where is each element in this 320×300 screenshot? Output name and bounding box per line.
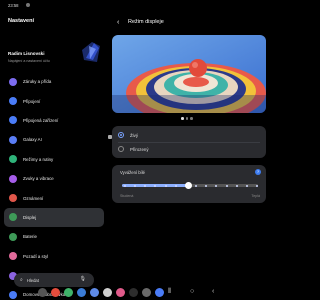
pager-dot[interactable]	[181, 117, 184, 120]
slider-min-label: Studená	[120, 194, 134, 198]
sidebar-item-label: Záruky a přída	[23, 79, 52, 85]
mode-natural-option[interactable]: Přirozený	[118, 143, 149, 155]
battery-icon	[9, 232, 17, 241]
sidebar-item-label: Režimy a rutiny	[23, 156, 54, 162]
account-card[interactable]: Radim Lisnovski Napájení a nastavení účt…	[8, 42, 104, 70]
mode-vivid-option[interactable]: Živý	[118, 129, 138, 141]
status-time: 23:58	[8, 3, 19, 8]
display-mode-panel: ‹ Režim displeje Živý Přirozený Vyvážení…	[108, 10, 270, 280]
sidebar-item[interactable]: Galaxy AI	[4, 130, 104, 149]
wifi-icon	[9, 97, 17, 106]
panel-title: Režim displeje	[128, 19, 164, 25]
back-nav-button[interactable]: ‹	[212, 288, 214, 295]
slider-tick	[134, 184, 137, 187]
sidebar-item[interactable]: Displej	[4, 207, 104, 228]
white-balance-card: Vyvážení bílé ? Studená Teplá	[112, 165, 266, 203]
mode-label: Živý	[130, 132, 139, 138]
sidebar-item-label: Zvuky a vibrace	[23, 176, 54, 182]
radio-unselected-icon[interactable]	[118, 146, 124, 152]
sidebar-item-label: Galaxy AI	[23, 137, 42, 143]
slider-max-label: Teplá	[251, 194, 260, 198]
pager-dot[interactable]	[190, 117, 193, 120]
display-icon	[9, 213, 17, 222]
status-bar: 23:58 33%	[0, 0, 270, 140]
settings-list-panel: Nastavení Radim Lisnovski Napájení a nas…	[0, 10, 108, 299]
notification-dot-icon	[26, 2, 30, 7]
page-title: Nastavení	[8, 18, 34, 24]
settings-menu: Záruky a přída Připojení Připojená zařízen…	[4, 72, 104, 300]
white-balance-title: Vyvážení bílé	[120, 170, 145, 175]
sidebar-item[interactable]: Záruky a přída	[4, 72, 104, 91]
display-preview-image	[112, 35, 266, 113]
camera-icon[interactable]	[103, 288, 112, 297]
help-icon[interactable]: ?	[255, 169, 261, 175]
account-name: Radim Lisnovski	[8, 51, 45, 56]
slider-tick	[164, 184, 167, 187]
pager-dot[interactable]	[185, 117, 188, 120]
routines-icon	[9, 155, 17, 164]
radio-selected-icon[interactable]	[118, 132, 124, 138]
account-subtitle: Napájení a nastavení účtu	[8, 59, 50, 63]
app-dock	[38, 288, 164, 297]
devices-icon	[9, 116, 17, 125]
sidebar-item[interactable]: Režimy a rutiny	[4, 150, 104, 169]
sidebar-item[interactable]: Připojení	[4, 91, 104, 110]
slider-tick	[235, 184, 238, 187]
screen: 23:58 33% Nastavení Radim Lisnovski Napá…	[0, 0, 270, 300]
sidebar-item[interactable]: Oznámení	[4, 188, 104, 207]
sidebar-item-label: Oznámení	[23, 195, 44, 201]
messages-icon[interactable]	[64, 288, 73, 297]
slider-tick	[245, 184, 248, 187]
wallpaper-icon	[9, 252, 17, 261]
chat-icon[interactable]	[90, 288, 99, 297]
calendar-icon[interactable]	[142, 288, 151, 297]
sidebar-item-label: Připojení	[23, 98, 41, 104]
display-mode-options: Živý Přirozený	[112, 126, 266, 158]
back-button[interactable]: ‹	[117, 19, 119, 26]
sidebar-item[interactable]: Baterie	[4, 227, 104, 246]
sound-icon	[9, 174, 17, 183]
sidebar-item-label: Připojená zařízení	[23, 117, 59, 123]
shield-icon	[9, 77, 17, 86]
slider-tick	[195, 184, 198, 187]
slider-tick	[174, 184, 177, 187]
avatar	[82, 42, 100, 62]
slider-tick	[225, 184, 228, 187]
recents-button[interactable]: ⦀	[168, 288, 171, 296]
sidebar-item[interactable]: Zvuky a vibrace	[4, 169, 104, 188]
slider-tick	[124, 184, 126, 187]
settings-icon[interactable]	[155, 288, 164, 297]
phone-icon[interactable]	[77, 288, 86, 297]
home-button[interactable]: ○	[190, 288, 194, 295]
sidebar-item[interactable]: Pozadí a styl	[4, 247, 104, 266]
notification-icon	[9, 194, 17, 203]
navigation-bar: ⦀ ○ ‹	[0, 280, 270, 300]
play-store-icon[interactable]	[129, 288, 138, 297]
ai-icon	[9, 135, 17, 144]
slider-tick	[205, 184, 208, 187]
app-grid-icon[interactable]	[38, 288, 47, 297]
sidebar-item-label: Displej	[23, 214, 37, 220]
sidebar-item[interactable]: Připojená zařízení	[4, 111, 104, 130]
mode-label: Přirozený	[130, 146, 149, 152]
gallery-icon[interactable]	[116, 288, 125, 297]
sidebar-item-label: Pozadí a styl	[23, 253, 49, 259]
slider-thumb[interactable]	[185, 182, 193, 189]
preview-pager	[181, 117, 193, 120]
slider-tick	[256, 184, 258, 187]
chrome-icon[interactable]	[51, 288, 60, 297]
sidebar-item-label: Baterie	[23, 234, 37, 240]
